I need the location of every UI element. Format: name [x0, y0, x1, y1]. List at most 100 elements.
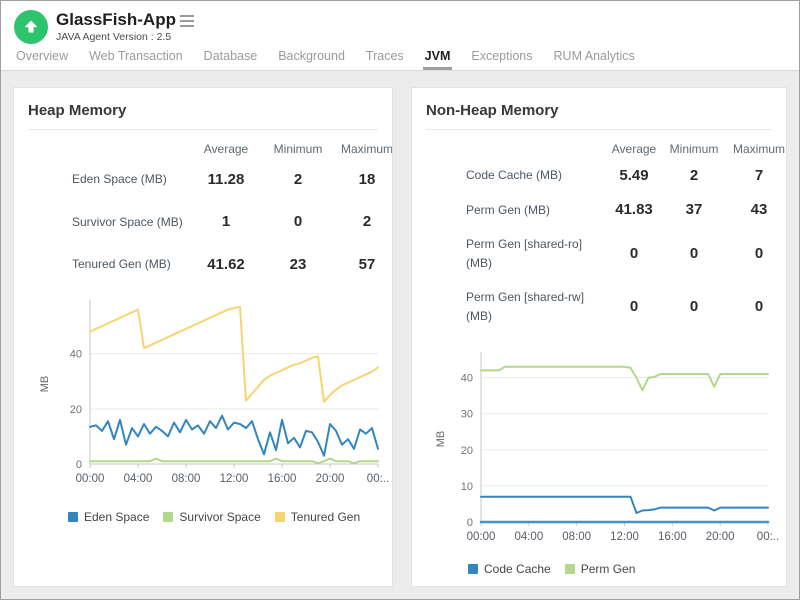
metric-average: 11.28: [188, 158, 264, 201]
metric-maximum: 0: [726, 227, 787, 280]
svg-text:30: 30: [461, 408, 473, 420]
col-header-average: Average: [606, 132, 662, 158]
menu-icon[interactable]: [180, 15, 194, 27]
non-heap-memory-chart[interactable]: 0 10 20 30 40 00:00 04:00 08:00 12:00 16:00 20:00 0…: [426, 342, 786, 550]
metric-maximum: 18: [332, 158, 393, 201]
svg-text:20: 20: [461, 444, 473, 456]
legend-item-code-cache[interactable]: Code Cache: [468, 562, 551, 576]
metric-maximum: 0: [726, 280, 787, 333]
metric-minimum: 0: [264, 201, 332, 244]
tab-overview[interactable]: Overview: [14, 44, 70, 70]
svg-text:00:..: 00:..: [367, 473, 389, 485]
svg-text:08:00: 08:00: [562, 531, 591, 543]
legend-item-perm-gen-shared-rw[interactable]: Perm Gen [shared-rw]: [614, 586, 748, 587]
jvm-dashboard: Heap Memory Average Minimum Maximum Eden…: [1, 71, 799, 587]
table-row: Code Cache (MB) 5.49 2 7: [426, 158, 787, 193]
series-eden-space: [90, 415, 378, 455]
tab-database[interactable]: Database: [202, 44, 260, 70]
metric-maximum: 2: [332, 201, 393, 244]
metric-minimum: 37: [662, 193, 726, 228]
legend-label: Perm Gen: [581, 562, 636, 576]
svg-text:20: 20: [70, 404, 82, 416]
metric-label: Tenured Gen (MB): [28, 243, 188, 286]
up-arrow-icon: [22, 18, 40, 36]
svg-text:00:00: 00:00: [467, 531, 496, 543]
col-header-minimum: Minimum: [662, 132, 726, 158]
panel-title: Heap Memory: [28, 102, 392, 119]
metric-minimum: 0: [662, 227, 726, 280]
metric-average: 5.49: [606, 158, 662, 193]
svg-text:0: 0: [76, 459, 82, 471]
heap-memory-panel: Heap Memory Average Minimum Maximum Eden…: [13, 87, 393, 587]
legend-swatch: [68, 512, 78, 522]
metric-minimum: 2: [662, 158, 726, 193]
legend-item-eden-space[interactable]: Eden Space: [68, 510, 149, 524]
svg-text:MB: MB: [39, 376, 51, 393]
heap-memory-legend: Eden Space Survivor Space Tenured Gen: [68, 510, 380, 524]
svg-text:10: 10: [461, 480, 473, 492]
svg-text:MB: MB: [435, 430, 447, 447]
svg-text:16:00: 16:00: [658, 531, 687, 543]
col-header-maximum: Maximum: [332, 132, 393, 158]
svg-text:40: 40: [70, 348, 82, 360]
svg-text:00:00: 00:00: [76, 473, 105, 485]
tab-rum-analytics[interactable]: RUM Analytics: [552, 44, 637, 70]
svg-text:04:00: 04:00: [124, 473, 153, 485]
svg-text:16:00: 16:00: [268, 473, 297, 485]
svg-text:20:00: 20:00: [706, 531, 735, 543]
table-row: Perm Gen (MB) 41.83 37 43: [426, 193, 787, 228]
metric-minimum: 2: [264, 158, 332, 201]
legend-item-tenured-gen[interactable]: Tenured Gen: [275, 510, 360, 524]
series-code-cache: [481, 496, 768, 512]
tab-traces[interactable]: Traces: [364, 44, 406, 70]
metric-average: 1: [188, 201, 264, 244]
svg-text:12:00: 12:00: [220, 473, 249, 485]
metric-minimum: 23: [264, 243, 332, 286]
panel-title: Non-Heap Memory: [426, 102, 786, 119]
metric-average: 41.83: [606, 193, 662, 228]
heap-memory-chart[interactable]: 0204000:0004:0008:0012:0016:0020:0000:..…: [28, 292, 393, 494]
tab-jvm[interactable]: JVM: [423, 44, 453, 70]
table-row: Perm Gen [shared-ro] (MB) 0 0 0: [426, 227, 787, 280]
legend-label: Tenured Gen: [291, 510, 360, 524]
tab-bar: Overview Web Transaction Database Backgr…: [1, 44, 799, 71]
metric-average: 0: [606, 227, 662, 280]
metric-label: Perm Gen (MB): [426, 193, 606, 228]
table-header-row: Average Minimum Maximum: [28, 132, 393, 158]
legend-swatch: [468, 564, 478, 574]
svg-text:0: 0: [467, 517, 473, 529]
metric-maximum: 7: [726, 158, 787, 193]
monitor-status-badge: [14, 10, 48, 44]
metric-label: Perm Gen [shared-rw] (MB): [426, 280, 606, 333]
col-header-minimum: Minimum: [264, 132, 332, 158]
metric-average: 41.62: [188, 243, 264, 286]
table-header-row: Average Minimum Maximum: [426, 132, 787, 158]
svg-text:40: 40: [461, 372, 473, 384]
non-heap-memory-legend: Code Cache Perm Gen Perm Gen [shared-ro] Pe…: [468, 562, 778, 587]
legend-swatch: [275, 512, 285, 522]
metric-average: 0: [606, 280, 662, 333]
tab-exceptions[interactable]: Exceptions: [469, 44, 534, 70]
app-window: GlassFish-App JAVA Agent Version : 2.5 O…: [0, 0, 800, 600]
non-heap-memory-panel: Non-Heap Memory Average Minimum Maximum …: [411, 87, 787, 587]
table-row: Tenured Gen (MB) 41.62 23 57: [28, 243, 393, 286]
col-header-maximum: Maximum: [726, 132, 787, 158]
svg-text:04:00: 04:00: [514, 531, 543, 543]
metric-label: Code Cache (MB): [426, 158, 606, 193]
legend-label: Perm Gen [shared-ro]: [484, 586, 600, 587]
svg-text:20:00: 20:00: [316, 473, 345, 485]
legend-item-perm-gen[interactable]: Perm Gen: [565, 562, 636, 576]
col-header-average: Average: [188, 132, 264, 158]
divider: [28, 129, 378, 130]
metric-label: Eden Space (MB): [28, 158, 188, 201]
tab-web-transaction[interactable]: Web Transaction: [87, 44, 185, 70]
app-header: GlassFish-App JAVA Agent Version : 2.5: [1, 1, 799, 44]
legend-label: Survivor Space: [179, 510, 260, 524]
tab-background[interactable]: Background: [276, 44, 347, 70]
svg-text:12:00: 12:00: [610, 531, 639, 543]
heap-memory-table: Average Minimum Maximum Eden Space (MB) …: [28, 132, 393, 286]
svg-text:00:..: 00:..: [757, 531, 779, 543]
legend-item-survivor-space[interactable]: Survivor Space: [163, 510, 260, 524]
non-heap-memory-table: Average Minimum Maximum Code Cache (MB) …: [426, 132, 787, 334]
legend-item-perm-gen-shared-ro[interactable]: Perm Gen [shared-ro]: [468, 586, 600, 587]
